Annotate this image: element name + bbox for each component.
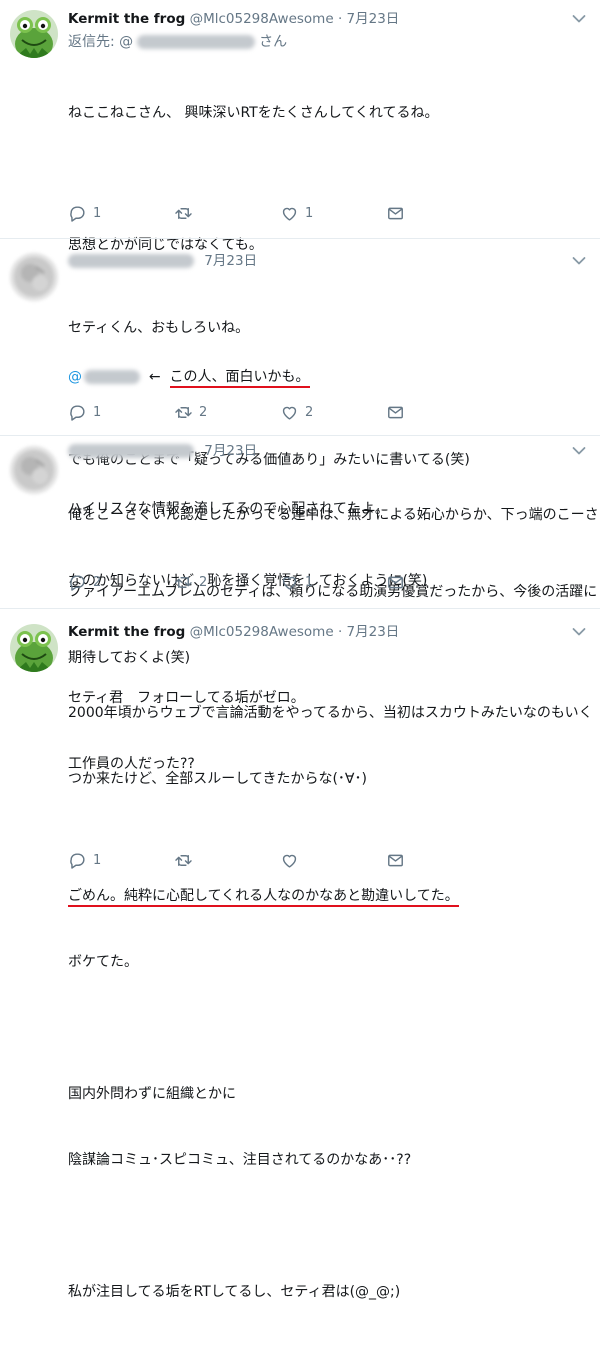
- reply-button[interactable]: 1: [68, 402, 101, 422]
- dm-icon: [386, 851, 405, 870]
- retweet-button[interactable]: [174, 850, 199, 870]
- tweet-actions: 2 2 1: [68, 572, 398, 592]
- tweet[interactable]: Kermit the frog @Mlc05298Awesome · 7月23日…: [0, 0, 600, 517]
- chevron-down-icon[interactable]: [572, 627, 586, 637]
- highlighted-text: ごめん。純粋に心配してくれる人なのかなあと勘違いしてた。: [68, 888, 459, 907]
- reply-button[interactable]: 1: [68, 850, 101, 870]
- like-button[interactable]: 1: [280, 203, 313, 223]
- dm-button[interactable]: [386, 850, 405, 870]
- tweet-line: [68, 1215, 459, 1237]
- like-button[interactable]: [280, 850, 305, 870]
- tweet-line: 工作員の人だった??: [68, 756, 195, 772]
- reply-icon: [68, 851, 87, 870]
- tweet-line: 国内外問わずに組織とかに: [68, 1086, 236, 1102]
- like-button[interactable]: 1: [280, 572, 313, 592]
- reply-count: 1: [93, 404, 102, 420]
- redacted-username[interactable]: [137, 35, 256, 49]
- tweet-line: 陰謀論コミュ･スピコミュ、注目されてるのかなあ･･??: [68, 1152, 412, 1168]
- avatar[interactable]: [10, 446, 58, 494]
- retweet-count: 2: [199, 574, 208, 590]
- tweet-line: [68, 819, 459, 841]
- like-count: 2: [305, 404, 314, 420]
- like-button[interactable]: 2: [280, 402, 313, 422]
- dm-button[interactable]: [386, 402, 405, 422]
- tweet-line: ねここねこさん、 興味深いRTをたくさんしてくれてるね。: [68, 105, 439, 121]
- tweet-line: [68, 168, 438, 190]
- reply-icon: [68, 403, 87, 422]
- tweet[interactable]: 7月23日 セティくん、おもしろいね。 でも俺のことまで「疑ってみる価値あり」み…: [0, 239, 600, 666]
- avatar[interactable]: [10, 10, 58, 58]
- redacted-display-name[interactable]: [68, 444, 194, 458]
- display-name[interactable]: Kermit the frog: [68, 624, 185, 640]
- timestamp[interactable]: 7月23日: [204, 253, 257, 269]
- highlighted-line: ごめん。純粋に心配してくれる人なのかなあと勘違いしてた。: [68, 885, 459, 907]
- retweet-button[interactable]: 2: [174, 402, 207, 422]
- tweet-line: 私が注目してる垢をRTしてるし、セティ君は(@_@;): [68, 1284, 401, 1300]
- tweet-header: Kermit the frog @Mlc05298Awesome · 7月23日: [68, 10, 399, 28]
- dm-icon: [386, 403, 405, 422]
- retweet-count: 2: [199, 404, 208, 420]
- kermit-avatar-icon: [10, 10, 58, 58]
- like-icon: [280, 403, 299, 422]
- tweet-line: 俺をこーさくいん認定したがってる連中は、無才による妬心からか、下っ端のこーさく: [68, 507, 600, 523]
- separator-dot: ·: [337, 624, 343, 640]
- tweet[interactable]: 7月23日 俺をこーさくいん認定したがってる連中は、無才による妬心からか、下っ端…: [0, 436, 600, 787]
- chevron-down-icon[interactable]: [572, 446, 586, 456]
- tweet-header: 7月23日: [68, 252, 257, 270]
- display-name[interactable]: Kermit the frog: [68, 11, 185, 27]
- timestamp[interactable]: 7月23日: [347, 624, 400, 640]
- chevron-down-icon[interactable]: [572, 256, 586, 266]
- separator-dot: ·: [337, 11, 343, 27]
- reply-count: 1: [93, 205, 102, 221]
- tweet-actions: 1 1: [68, 203, 398, 223]
- tweet-line: ボケてた。: [68, 954, 138, 970]
- reply-to-label: 返信先: @: [68, 34, 134, 50]
- retweet-icon: [174, 204, 193, 223]
- reply-count: 1: [93, 852, 102, 868]
- avatar[interactable]: [10, 253, 58, 301]
- tweet-header: Kermit the frog @Mlc05298Awesome · 7月23日: [68, 623, 399, 641]
- reply-context: 返信先: @ さん: [68, 33, 287, 51]
- timestamp[interactable]: 7月23日: [347, 11, 400, 27]
- retweet-icon: [174, 851, 193, 870]
- username[interactable]: @Mlc05298Awesome: [190, 624, 334, 640]
- dm-icon: [386, 204, 405, 223]
- reply-count: 2: [93, 574, 102, 590]
- tweet-line: [68, 1017, 459, 1039]
- avatar[interactable]: [10, 624, 58, 672]
- reply-icon: [68, 573, 87, 592]
- dm-icon: [386, 573, 405, 592]
- reply-button[interactable]: 2: [68, 572, 101, 592]
- like-count: 1: [305, 205, 314, 221]
- like-icon: [280, 851, 299, 870]
- redacted-avatar-icon: [10, 253, 58, 301]
- like-icon: [280, 573, 299, 592]
- chevron-down-icon[interactable]: [572, 14, 586, 24]
- timestamp[interactable]: 7月23日: [204, 443, 257, 459]
- tweet-line: セティ君 フォローしてる垢がゼロ。: [68, 690, 305, 706]
- retweet-icon: [174, 573, 193, 592]
- reply-icon: [68, 204, 87, 223]
- tweet-header: 7月23日: [68, 442, 257, 460]
- username[interactable]: @Mlc05298Awesome: [190, 11, 334, 27]
- retweet-button[interactable]: [174, 203, 199, 223]
- tweet-text: セティ君 フォローしてる垢がゼロ。 工作員の人だった?? ごめん。純粋に心配して…: [68, 643, 459, 1347]
- like-count: 1: [305, 574, 314, 590]
- dm-button[interactable]: [386, 572, 405, 592]
- retweet-icon: [174, 403, 193, 422]
- like-icon: [280, 204, 299, 223]
- reply-to-suffix: さん: [259, 34, 288, 50]
- dm-button[interactable]: [386, 203, 405, 223]
- reply-button[interactable]: 1: [68, 203, 101, 223]
- tweet-actions: 1: [68, 850, 398, 870]
- tweet-line: セティくん、おもしろいね。: [68, 320, 250, 336]
- retweet-button[interactable]: 2: [174, 572, 207, 592]
- tweet[interactable]: Kermit the frog @Mlc05298Awesome · 7月23日…: [0, 609, 600, 1300]
- redacted-display-name[interactable]: [68, 254, 194, 268]
- redacted-avatar-icon: [10, 446, 58, 494]
- tweet-actions: 1 2 2: [68, 402, 398, 422]
- kermit-avatar-icon: [10, 624, 58, 672]
